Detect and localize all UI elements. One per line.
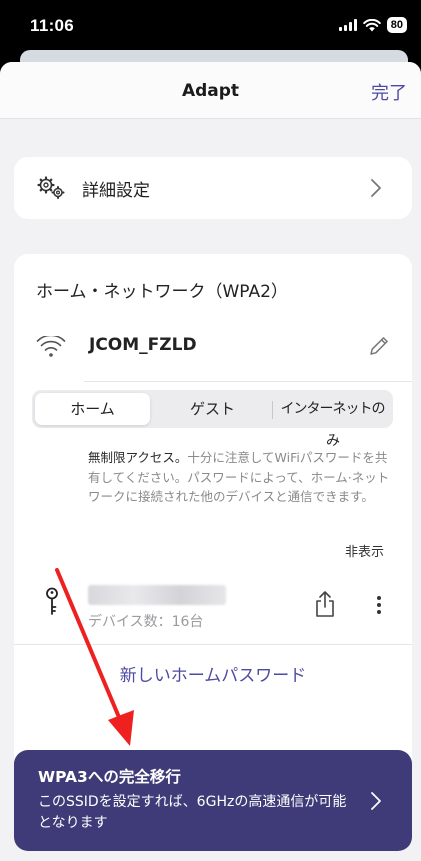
battery-icon: 80 [386, 17, 407, 33]
access-description: 無制限アクセス。十分に注意してWiFiパスワードを共有してください。パスワードに… [88, 448, 394, 507]
key-icon [46, 587, 58, 615]
wpa3-migration-banner[interactable]: WPA3への完全移行 このSSIDを設定すれば、6GHzの高速通信が可能となりま… [14, 750, 412, 851]
nav-bar: Adapt 完了 [0, 62, 421, 119]
network-title: ホーム・ネットワーク（WPA2） [36, 282, 288, 302]
chevron-right-icon [371, 179, 381, 197]
tab-guest[interactable]: ゲスト [154, 393, 271, 425]
advanced-settings-label: 詳細設定 [82, 181, 150, 201]
banner-title: WPA3への完全移行 [38, 768, 181, 786]
status-icons: 80 [338, 17, 407, 33]
advanced-settings-row[interactable]: 詳細設定 [14, 157, 412, 219]
adapt-sheet: Adapt 完了 詳細設定 ホーム・ネットワーク（WPA2） JCOM_FZLD… [0, 62, 421, 861]
pencil-icon[interactable] [368, 335, 390, 357]
access-description-bold: 無制限アクセス。 [88, 450, 188, 465]
password-value-blurred [88, 585, 226, 605]
page-title: Adapt [181, 81, 240, 101]
divider [14, 644, 412, 645]
chevron-right-icon [371, 792, 381, 810]
more-vertical-icon[interactable] [376, 595, 382, 615]
home-network-card: ホーム・ネットワーク（WPA2） JCOM_FZLD ホーム ゲスト インターネ… [14, 254, 412, 775]
ssid-name: JCOM_FZLD [89, 335, 197, 355]
tab-internet-only[interactable]: インターネットのみ [275, 393, 390, 449]
banner-body: このSSIDを設定すれば、6GHzの高速通信が可能となります [38, 794, 347, 831]
hide-password-button[interactable]: 非表示 [345, 541, 384, 560]
tab-home[interactable]: ホーム [35, 393, 150, 425]
divider [84, 381, 412, 382]
status-time: 11:06 [30, 16, 75, 35]
gears-icon [37, 176, 65, 199]
device-count: デバイス数：16台 [88, 614, 204, 630]
share-icon[interactable] [314, 590, 336, 618]
wifi-icon [36, 336, 66, 357]
new-home-password-button[interactable]: 新しいホームパスワード [14, 661, 412, 686]
status-bar: 11:06 80 [0, 0, 421, 52]
wifi-status-icon [362, 18, 381, 31]
network-type-segmented-control: ホーム ゲスト インターネットのみ [32, 390, 393, 449]
done-button[interactable]: 完了 [371, 79, 407, 105]
signal-icon [338, 19, 357, 31]
segment-separator [272, 401, 273, 419]
